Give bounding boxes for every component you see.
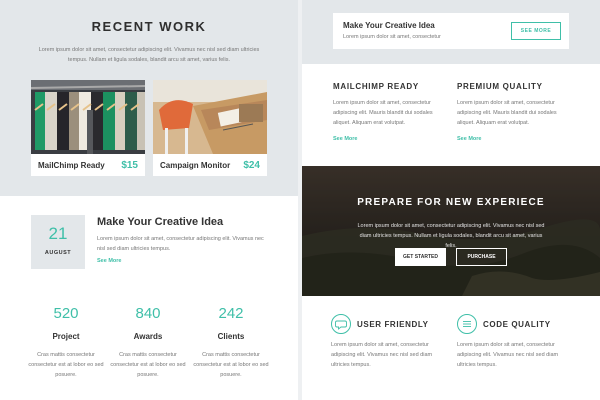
feature-see-more-link[interactable]: See More [333, 136, 443, 142]
right-template-panel: Make Your Creative Idea Lorem ipsum dolo… [302, 0, 600, 400]
stat-clients: 242 Clients Cras mattis consectetur cons… [191, 305, 271, 380]
recent-work-description: Lorem ipsum dolor sit amet, consectetur … [38, 47, 260, 63]
banner-title: Make Your Creative Idea [343, 21, 435, 30]
purchase-button[interactable]: PURCHASE [456, 248, 507, 266]
stat-number: 242 [218, 305, 244, 322]
feature-text: Lorem ipsum dolor sit amet, consectetur … [333, 100, 433, 126]
feature-text: Lorem ipsum dolor sit amet, consectetur … [457, 100, 557, 126]
card-price: $15 [121, 160, 138, 171]
stat-text: Cras mattis consectetur consectetur est … [110, 352, 186, 378]
feature-text: Lorem ipsum dolor sit amet, consectetur … [457, 342, 559, 368]
left-template-panel: RECENT WORK Lorem ipsum dolor sit amet, … [0, 0, 298, 400]
stat-number: 520 [53, 305, 79, 322]
hero-title: PREPARE FOR NEW EXPERIECE [357, 197, 545, 208]
stat-number: 840 [135, 305, 161, 322]
card-price: $24 [243, 160, 260, 171]
event-text: Lorem ipsum dolor sit amet, consectetur … [97, 236, 264, 252]
feature-title: CODE QUALITY [483, 320, 551, 329]
clothes-rack-image [31, 80, 145, 154]
feature-title: PREMIUM QUALITY [457, 82, 543, 91]
list-lines-icon [457, 314, 477, 334]
card-caption: Campaign Monitor [160, 161, 231, 170]
event-day: 21 [48, 224, 68, 243]
feature-text: Lorem ipsum dolor sit amet, consectetur … [331, 342, 433, 368]
recent-work-title: RECENT WORK [91, 19, 207, 34]
card-caption: MailChimp Ready [38, 161, 105, 170]
hero-section: PREPARE FOR NEW EXPERIECE Lorem ipsum do… [302, 166, 600, 296]
feature-see-more-link[interactable]: See More [457, 136, 567, 142]
stat-label: Awards [133, 332, 163, 341]
banner-section: Make Your Creative Idea Lorem ipsum dolo… [302, 0, 600, 64]
stat-project: 520 Project Cras mattis consectetur cons… [26, 305, 106, 380]
stat-text: Cras mattis consectetur consectetur est … [193, 352, 269, 378]
event-title: Make Your Creative Idea [97, 216, 224, 228]
feature-title: USER FRIENDLY [357, 320, 429, 329]
chat-bubble-icon [331, 314, 351, 334]
event-date-badge: 21 AUGUST [31, 215, 85, 269]
event-month: AUGUST [44, 250, 72, 256]
recent-work-section: RECENT WORK Lorem ipsum dolor sit amet, … [0, 0, 298, 196]
portfolio-card-campaign-monitor[interactable]: Campaign Monitor $24 [153, 80, 267, 176]
stat-text: Cras mattis consectetur consectetur est … [28, 352, 104, 378]
desk-chair-image [153, 80, 267, 154]
get-started-button[interactable]: GET STARTED [395, 248, 446, 266]
hero-text: Lorem ipsum dolor sit amet, consectetur … [357, 223, 545, 249]
feature-mailchimp-ready: MAILCHIMP READY Lorem ipsum dolor sit am… [333, 82, 443, 142]
feature-premium-quality: PREMIUM QUALITY Lorem ipsum dolor sit am… [457, 82, 567, 142]
feature-title: MAILCHIMP READY [333, 82, 419, 91]
stat-label: Clients [217, 332, 245, 341]
banner-box: Make Your Creative Idea Lorem ipsum dolo… [333, 13, 569, 49]
see-more-button[interactable]: SEE MORE [511, 22, 561, 40]
stat-awards: 840 Awards Cras mattis consectetur conse… [108, 305, 188, 380]
banner-subtitle: Lorem ipsum dolor sit amet, consectetur [343, 34, 441, 40]
stat-label: Project [52, 332, 80, 341]
portfolio-card-mailchimp[interactable]: MailChimp Ready $15 [31, 80, 145, 176]
event-see-more-link[interactable]: See More [97, 258, 121, 264]
